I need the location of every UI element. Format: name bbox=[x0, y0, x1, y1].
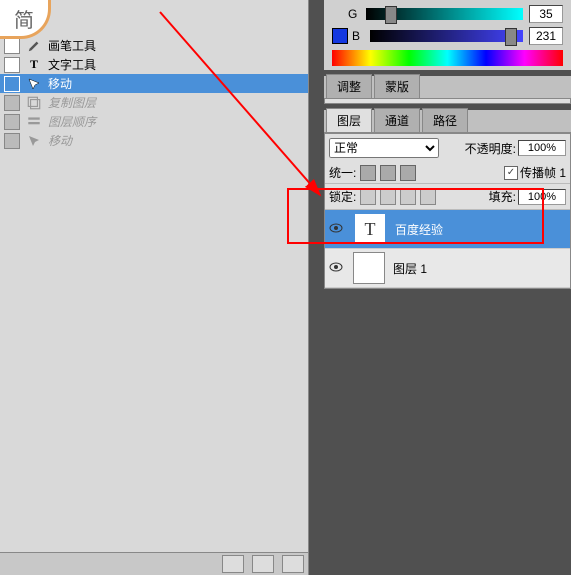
tab-layers[interactable]: 图层 bbox=[326, 108, 372, 132]
g-slider-row: G 35 bbox=[332, 4, 563, 24]
tool-layer-order-label: 图层顺序 bbox=[48, 113, 96, 130]
unify-btn-2[interactable] bbox=[380, 165, 396, 181]
color-section: G 35 B 231 bbox=[324, 0, 571, 70]
tool-move2-label: 移动 bbox=[48, 132, 72, 149]
opacity-label: 不透明度: bbox=[465, 140, 516, 157]
lock-position-icon[interactable] bbox=[400, 189, 416, 205]
checkbox[interactable] bbox=[4, 38, 20, 54]
b-swatch bbox=[332, 28, 348, 44]
lock-all-icon[interactable] bbox=[420, 189, 436, 205]
propagate-label: 传播帧 1 bbox=[520, 164, 566, 181]
tool-text-label: 文字工具 bbox=[48, 56, 96, 73]
layer-thumb-text: T bbox=[353, 212, 387, 246]
b-value[interactable]: 231 bbox=[529, 27, 563, 45]
layers-panel: 正常 不透明度: 100% 统一: 传播帧 1 锁定: 填充: bbox=[324, 133, 571, 289]
tool-brush-label: 画笔工具 bbox=[48, 37, 96, 54]
b-slider[interactable] bbox=[370, 30, 523, 42]
lock-pixels-icon[interactable] bbox=[380, 189, 396, 205]
opacity-value[interactable]: 100% bbox=[518, 140, 566, 156]
blend-mode-select[interactable]: 正常 bbox=[329, 138, 439, 158]
unify-label: 统一: bbox=[329, 164, 356, 181]
fill-label: 填充: bbox=[489, 188, 516, 205]
upper-tabs: 调整 蒙版 bbox=[324, 76, 571, 99]
unify-btn-1[interactable] bbox=[360, 165, 376, 181]
right-panel: G 35 B 231 调整 蒙版 图层 通道 路径 正常 不透明度: 100% bbox=[324, 0, 571, 575]
lock-label: 锁定: bbox=[329, 188, 356, 205]
g-value[interactable]: 35 bbox=[529, 5, 563, 23]
tool-move-label: 移动 bbox=[48, 75, 72, 92]
tool-layer-order-row: 图层顺序 bbox=[0, 112, 308, 131]
unify-btn-3[interactable] bbox=[400, 165, 416, 181]
g-label: G bbox=[348, 7, 360, 21]
lower-tabs: 图层 通道 路径 bbox=[324, 110, 571, 133]
tool-copy-layer-label: 复制图层 bbox=[48, 94, 96, 111]
fill-value[interactable]: 100% bbox=[518, 189, 566, 205]
bottom-btn-2[interactable] bbox=[252, 555, 274, 573]
copy-layer-icon bbox=[26, 95, 42, 111]
checkbox[interactable] bbox=[4, 57, 20, 73]
tools-bottom-bar bbox=[0, 552, 308, 575]
bottom-btn-1[interactable] bbox=[222, 555, 244, 573]
tool-text-row[interactable]: T 文字工具 bbox=[0, 55, 308, 74]
propagate-checkbox[interactable] bbox=[504, 166, 518, 180]
layer-item[interactable]: 图层 1 bbox=[325, 249, 570, 288]
checkbox-disabled bbox=[4, 95, 20, 111]
visibility-eye-icon[interactable] bbox=[329, 222, 345, 236]
layers-top-row: 正常 不透明度: 100% bbox=[325, 134, 570, 162]
text-tool-icon: T bbox=[26, 57, 42, 72]
tool-move2-row: 移动 bbox=[0, 131, 308, 150]
layer-item-selected[interactable]: T 百度经验 bbox=[325, 210, 570, 249]
checkbox[interactable] bbox=[4, 76, 20, 92]
tab-paths[interactable]: 路径 bbox=[422, 108, 468, 132]
tool-copy-layer-row: 复制图层 bbox=[0, 93, 308, 112]
tool-move-row[interactable]: 移动 bbox=[0, 74, 308, 93]
tool-brush-row[interactable]: 画笔工具 bbox=[0, 36, 308, 55]
unify-row: 统一: 传播帧 1 bbox=[325, 162, 570, 183]
lock-transparent-icon[interactable] bbox=[360, 189, 376, 205]
g-slider[interactable] bbox=[366, 8, 523, 20]
layer-order-icon bbox=[26, 114, 42, 130]
tab-channels[interactable]: 通道 bbox=[374, 108, 420, 132]
layer-name: 图层 1 bbox=[393, 260, 427, 277]
tab-adjust[interactable]: 调整 bbox=[326, 74, 372, 98]
b-label: B bbox=[352, 29, 364, 43]
layer-name: 百度经验 bbox=[395, 221, 443, 238]
tools-panel: 画笔工具 T 文字工具 移动 复制图层 图层顺序 移动 bbox=[0, 0, 309, 575]
visibility-eye-icon[interactable] bbox=[329, 261, 345, 275]
move-tool-icon bbox=[26, 78, 42, 90]
trash-icon[interactable] bbox=[282, 555, 304, 573]
b-slider-row: B 231 bbox=[332, 26, 563, 46]
layer-thumb-blank bbox=[353, 252, 385, 284]
tab-mask[interactable]: 蒙版 bbox=[374, 74, 420, 98]
lock-row: 锁定: 填充: 100% bbox=[325, 183, 570, 210]
spectrum-bar[interactable] bbox=[332, 50, 563, 66]
brush-tool-icon bbox=[26, 39, 42, 53]
checkbox-disabled bbox=[4, 133, 20, 149]
checkbox-disabled bbox=[4, 114, 20, 130]
move-tool-icon bbox=[26, 135, 42, 147]
